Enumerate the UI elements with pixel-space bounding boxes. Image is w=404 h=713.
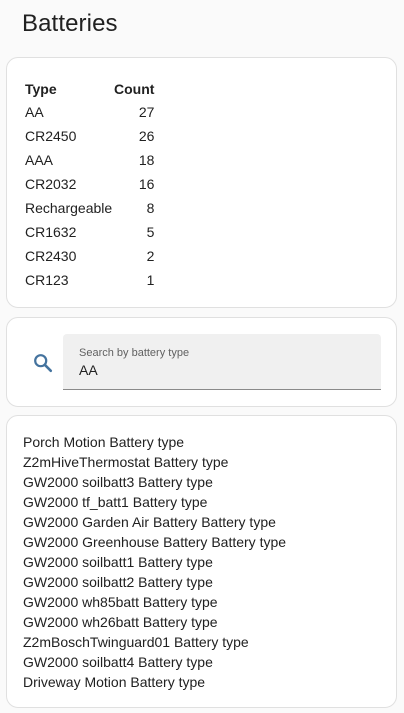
column-header-type: Type xyxy=(25,81,57,97)
battery-type-cell: CR2032 xyxy=(25,176,77,192)
search-card: Search by battery type xyxy=(6,317,397,407)
search-results-list: Porch Motion Battery type Z2mHiveThermos… xyxy=(23,432,286,692)
battery-type-cell: CR123 xyxy=(25,272,69,288)
table-row: CR2450 26 xyxy=(25,124,154,148)
table-row: AA 27 xyxy=(25,100,154,124)
list-item: GW2000 Garden Air Battery Battery type xyxy=(23,514,276,530)
battery-type-cell: CR1632 xyxy=(25,224,77,240)
search-field[interactable]: Search by battery type xyxy=(63,334,381,390)
battery-count-table: Type Count AA 27 CR2450 26 AAA 18 CR2032… xyxy=(25,78,154,292)
search-results-card: Porch Motion Battery type Z2mHiveThermos… xyxy=(6,415,397,708)
list-item: Z2mBoschTwinguard01 Battery type xyxy=(23,634,249,650)
table-row: CR1632 5 xyxy=(25,220,154,244)
list-item: GW2000 tf_batt1 Battery type xyxy=(23,494,208,510)
battery-count-cell: 2 xyxy=(146,248,155,264)
search-label: Search by battery type xyxy=(79,347,190,359)
table-row: CR2032 16 xyxy=(25,172,154,196)
list-item: GW2000 wh26batt Battery type xyxy=(23,614,218,630)
table-row: Rechargeable 8 xyxy=(25,196,154,220)
list-item: GW2000 soilbatt4 Battery type xyxy=(23,654,213,670)
search-icon xyxy=(32,352,54,374)
list-item: GW2000 wh85batt Battery type xyxy=(23,594,218,610)
list-item: Porch Motion Battery type xyxy=(23,434,185,450)
list-item: GW2000 soilbatt3 Battery type xyxy=(23,474,213,490)
page-title: Batteries xyxy=(22,10,118,37)
battery-count-cell: 1 xyxy=(146,272,155,288)
column-header-count: Count xyxy=(114,81,155,97)
table-row: CR2430 2 xyxy=(25,244,154,268)
list-item: GW2000 soilbatt2 Battery type xyxy=(23,574,213,590)
battery-type-cell: AAA xyxy=(25,152,54,168)
battery-count-cell: 8 xyxy=(146,200,155,216)
table-row: AAA 18 xyxy=(25,148,154,172)
list-item: Driveway Motion Battery type xyxy=(23,674,206,690)
battery-type-cell: Rechargeable xyxy=(25,200,113,216)
battery-count-cell: 5 xyxy=(146,224,155,240)
battery-type-cell: CR2430 xyxy=(25,248,77,264)
list-item: GW2000 Greenhouse Battery Battery type xyxy=(23,534,287,550)
battery-count-cell: 27 xyxy=(138,104,155,120)
battery-count-cell: 18 xyxy=(138,152,155,168)
battery-count-card: Type Count AA 27 CR2450 26 AAA 18 CR2032… xyxy=(6,57,397,308)
battery-count-cell: 16 xyxy=(138,176,155,192)
table-row: CR123 1 xyxy=(25,268,154,292)
list-item: GW2000 soilbatt1 Battery type xyxy=(23,554,213,570)
battery-type-cell: AA xyxy=(25,104,44,120)
list-item: Z2mHiveThermostat Battery type xyxy=(23,454,229,470)
battery-count-cell: 26 xyxy=(138,128,155,144)
search-input[interactable] xyxy=(79,362,369,378)
battery-type-cell: CR2450 xyxy=(25,128,77,144)
table-header-row: Type Count xyxy=(25,78,154,100)
